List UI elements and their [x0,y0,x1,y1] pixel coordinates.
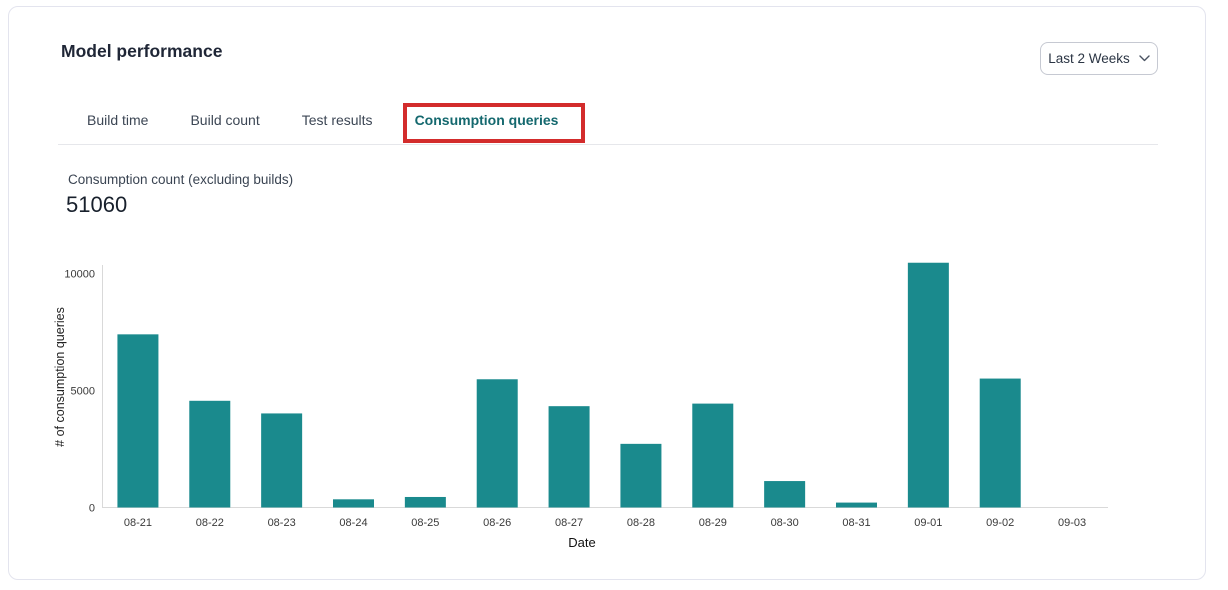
bar-08-31[interactable] [836,503,877,508]
bar-08-27[interactable] [549,406,590,507]
metric-value: 51060 [66,192,127,218]
tab-build-count[interactable]: Build count [190,111,259,129]
bar-08-28[interactable] [620,444,661,508]
time-range-value: Last 2 Weeks [1048,51,1130,66]
tabs-divider [58,144,1158,145]
chevron-down-icon [1139,55,1150,62]
metric-label: Consumption count (excluding builds) [68,172,293,187]
bar-09-02[interactable] [980,379,1021,508]
bar-08-25[interactable] [405,497,446,508]
bar-08-26[interactable] [477,379,518,507]
page-title: Model performance [61,41,222,62]
bar-08-23[interactable] [261,413,302,507]
bar-08-30[interactable] [764,481,805,507]
bar-09-01[interactable] [908,263,949,508]
tabs: Build time Build count Test results Cons… [87,111,558,129]
model-performance-card: Model performance Last 2 Weeks Build tim… [8,6,1206,580]
bar-08-29[interactable] [692,404,733,508]
bar-08-21[interactable] [117,334,158,507]
page: Model performance Last 2 Weeks Build tim… [0,0,1228,590]
tab-consumption-queries[interactable]: Consumption queries [415,111,559,129]
bar-08-22[interactable] [189,401,230,508]
time-range-dropdown[interactable]: Last 2 Weeks [1040,42,1158,75]
tab-test-results[interactable]: Test results [302,111,373,129]
tab-build-time[interactable]: Build time [87,111,148,129]
bar-08-24[interactable] [333,499,374,507]
